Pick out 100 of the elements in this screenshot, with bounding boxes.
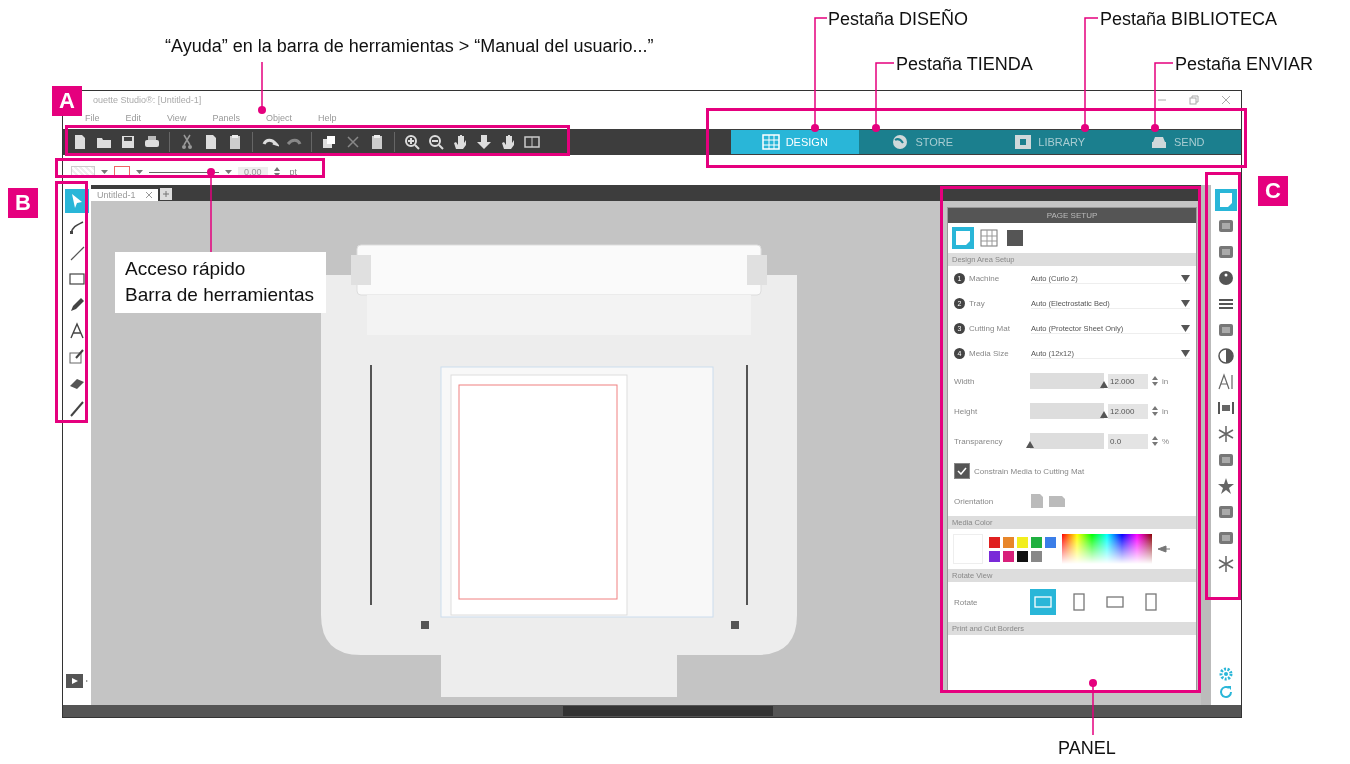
- number-field[interactable]: 12.000: [1108, 373, 1148, 389]
- checkbox-label: Constrain Media to Cutting Mat: [974, 466, 1085, 476]
- align-icon: [1217, 399, 1235, 417]
- color-swatch[interactable]: [1031, 550, 1042, 562]
- rotate-page-icon: [1106, 593, 1124, 611]
- callout-label: Pestaña DISEÑO: [828, 8, 969, 31]
- color-swatch[interactable]: [1045, 536, 1056, 548]
- dropdown-caret-icon[interactable]: [225, 169, 232, 175]
- callout-label: Pestaña ENVIAR: [1175, 53, 1314, 76]
- snowflake-icon: [1217, 555, 1235, 573]
- refresh-icon[interactable]: [1219, 685, 1233, 699]
- callout-label: “Ayuda” en la barra de herramientas > “Manual del usuario...”: [165, 35, 654, 58]
- contrast-icon: [1217, 347, 1235, 365]
- unit-label: in: [1162, 376, 1169, 386]
- zoom-out-icon[interactable]: [427, 133, 445, 151]
- spinner-arrows-icon[interactable]: [1152, 405, 1158, 417]
- knife-icon: [68, 400, 86, 418]
- media-folder-icon[interactable]: [65, 671, 89, 691]
- menu-item[interactable]: Object: [265, 113, 292, 123]
- callout-label: Pestaña TIENDA: [896, 53, 1033, 76]
- rectangle-icon: [68, 270, 86, 288]
- pencil-icon: [68, 296, 86, 314]
- caret-icon: [1181, 274, 1190, 282]
- gear-icon[interactable]: [1219, 667, 1233, 681]
- close-icon[interactable]: [145, 192, 152, 198]
- field-label: Orientation: [954, 496, 995, 506]
- color-swatch[interactable]: [1003, 550, 1014, 562]
- color-swatch[interactable]: [989, 536, 1000, 548]
- page-icon: [954, 229, 972, 247]
- fit-page-icon[interactable]: [523, 133, 541, 151]
- color-swatch[interactable]: [989, 550, 1000, 562]
- horizontal-scrollbar[interactable]: [63, 705, 1241, 717]
- field-label: Machine: [969, 274, 1001, 283]
- unit-label: %: [1162, 436, 1170, 446]
- section-marker: A: [52, 86, 82, 116]
- close-icon[interactable]: [1221, 95, 1231, 105]
- shape-icon: [1217, 217, 1235, 235]
- down-arrow-icon[interactable]: [475, 133, 493, 151]
- menu-item[interactable]: View: [167, 113, 187, 123]
- spinner-arrows-icon[interactable]: [1152, 435, 1158, 447]
- hand-icon[interactable]: [499, 133, 517, 151]
- menu-item[interactable]: Edit: [125, 113, 142, 123]
- rotate-page-icon: [1070, 593, 1088, 611]
- text-tool-icon: [68, 322, 86, 340]
- nav-tab[interactable]: STORE: [858, 130, 986, 154]
- panel-button[interactable]: [1215, 345, 1237, 367]
- color-swatch[interactable]: [1017, 550, 1028, 562]
- add-tab-icon[interactable]: [159, 188, 172, 200]
- number-field[interactable]: 0.0: [1108, 433, 1148, 449]
- menu-item[interactable]: File: [85, 113, 100, 123]
- field-label: Tray: [969, 299, 986, 308]
- sketch-icon: [68, 348, 86, 366]
- nav-tab[interactable]: DESIGN: [731, 130, 859, 154]
- color-swatch[interactable]: [1003, 536, 1014, 548]
- nav-tab[interactable]: SEND: [1113, 130, 1241, 154]
- section-marker: B: [8, 188, 38, 218]
- number-field[interactable]: 12.000: [1108, 403, 1148, 419]
- duplicate-icon[interactable]: [320, 133, 338, 151]
- globe-icon: [891, 134, 910, 150]
- save-icon[interactable]: [119, 133, 137, 151]
- machine-icon: [1149, 134, 1168, 150]
- line-width-field[interactable]: 0.00: [238, 167, 268, 177]
- callout-label: Pestaña BIBLIOTECA: [1100, 8, 1278, 31]
- dropdown-caret-icon[interactable]: [136, 169, 143, 175]
- field-label: Height: [954, 406, 979, 416]
- spinner-arrows-icon[interactable]: [273, 166, 280, 178]
- library-icon: [1014, 134, 1033, 150]
- zoom-in-icon[interactable]: [403, 133, 421, 151]
- star-icon: [1217, 477, 1235, 495]
- field-label: Rotate: [954, 597, 979, 607]
- point-edit-icon: [68, 218, 86, 236]
- nav-tab[interactable]: LIBRARY: [986, 130, 1114, 154]
- spinner-arrows-icon[interactable]: [1152, 375, 1158, 387]
- slider-thumb[interactable]: [1026, 441, 1034, 448]
- vertical-scrollbar[interactable]: [1201, 185, 1211, 705]
- dropdown-caret-icon[interactable]: [101, 169, 108, 175]
- color-spectrum[interactable]: [1062, 534, 1152, 564]
- line-color-swatch[interactable]: [114, 166, 130, 178]
- callout-label: PANEL: [1058, 737, 1116, 760]
- rotate-page-icon: [1142, 593, 1160, 611]
- menu-item[interactable]: Panels: [212, 113, 240, 123]
- menu-item[interactable]: Help: [317, 113, 337, 123]
- eyedropper-icon[interactable]: [1158, 544, 1170, 554]
- unit-label: in: [1162, 406, 1169, 416]
- palette-icon: [1217, 269, 1235, 287]
- panel-title: PAGE SETUP: [948, 208, 1196, 223]
- leader-line: [1151, 62, 1174, 132]
- text-style-icon: [1217, 373, 1235, 391]
- grid-icon: [980, 229, 998, 247]
- view-mode-button[interactable]: [1004, 227, 1026, 249]
- section-marker: C: [1258, 176, 1288, 206]
- leader-line: [258, 61, 266, 114]
- caret-icon: [1181, 299, 1190, 307]
- checkbox[interactable]: [954, 463, 970, 479]
- checkmark-icon: [957, 467, 967, 475]
- field-label: Width: [954, 376, 976, 386]
- caret-icon: [1181, 324, 1190, 332]
- color-swatch[interactable]: [1031, 536, 1042, 548]
- color-swatch[interactable]: [1017, 536, 1028, 548]
- document-tab[interactable]: Untitled-1: [91, 189, 158, 201]
